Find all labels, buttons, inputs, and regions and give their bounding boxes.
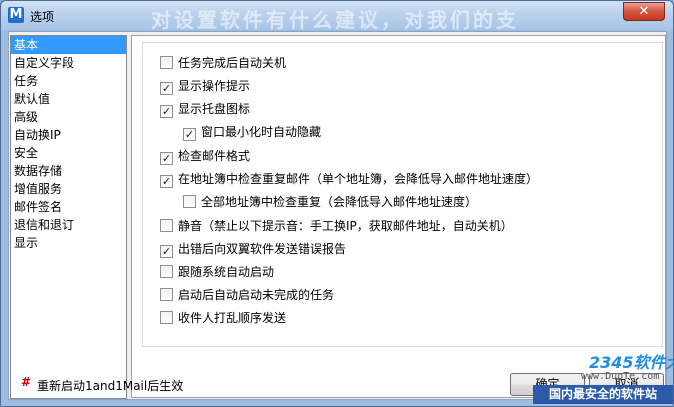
- category-item[interactable]: 数据存储: [11, 162, 126, 180]
- option-row[interactable]: ✓ 显示操作提示: [160, 78, 251, 95]
- category-item[interactable]: 高级: [11, 108, 126, 126]
- option-row[interactable]: 静音（禁止以下提示音：手工换IP，获取邮件地址，自动关机）: [160, 218, 513, 234]
- close-icon: ✕: [638, 4, 650, 19]
- option-checkbox[interactable]: ✓: [160, 152, 173, 165]
- option-checkbox[interactable]: ✓: [160, 82, 173, 95]
- option-label: 出错后向双翼软件发送错误报告: [178, 242, 347, 256]
- checkmark-icon: ✓: [161, 175, 172, 188]
- option-checkbox[interactable]: [160, 288, 173, 301]
- option-label: 检查邮件格式: [178, 149, 251, 163]
- category-item[interactable]: 任务: [11, 72, 126, 90]
- checkmark-icon: ✓: [161, 82, 172, 95]
- window-title: 选项: [30, 10, 55, 24]
- settings-panel: 任务完成后自动关机 ✓ 显示操作提示 ✓ 显示托盘图标 ✓ 窗口最小化时自动隐藏 ✓ 检查邮件格…: [131, 35, 666, 398]
- option-label: 静音（禁止以下提示音：手工换IP，获取邮件地址，自动关机）: [178, 219, 513, 233]
- option-checkbox[interactable]: ✓: [183, 128, 196, 141]
- option-row[interactable]: ✓ 出错后向双翼软件发送错误报告: [160, 241, 347, 258]
- checkmark-icon: ✓: [184, 128, 195, 141]
- option-label: 启动后自动启动未完成的任务: [178, 288, 335, 302]
- option-label: 窗口最小化时自动隐藏: [201, 125, 322, 139]
- category-item[interactable]: 增值服务: [11, 180, 126, 198]
- options-window: M 选项 对设置软件有什么建议，对我们的支 ✕ 基本 自定义字段 任务 默认值 高级 自动…: [0, 0, 674, 407]
- option-row[interactable]: 全部地址簿中检查重复（会降低导入邮件地址速度）: [183, 194, 477, 210]
- hint-marker-icon: #: [21, 375, 32, 389]
- option-row[interactable]: ✓ 在地址簿中检查重复邮件（单个地址簿，会降低导入邮件地址速度）: [160, 171, 539, 188]
- option-row[interactable]: 任务完成后自动关机: [160, 55, 286, 71]
- option-label: 显示操作提示: [178, 79, 251, 93]
- restart-hint: 重新启动1and1Mail后生效: [37, 379, 184, 393]
- option-row[interactable]: 启动后自动启动未完成的任务: [160, 287, 334, 303]
- option-checkbox[interactable]: [160, 311, 173, 324]
- option-label: 显示托盘图标: [178, 102, 251, 116]
- title-bar[interactable]: M 选项 对设置软件有什么建议，对我们的支 ✕: [1, 1, 673, 32]
- option-label: 任务完成后自动关机: [178, 56, 287, 70]
- option-row[interactable]: 跟随系统自动启动: [160, 264, 274, 280]
- option-label: 收件人打乱顺序发送: [178, 311, 287, 325]
- checkmark-icon: ✓: [161, 245, 172, 258]
- option-checkbox[interactable]: [160, 265, 173, 278]
- option-row[interactable]: ✓ 显示托盘图标: [160, 101, 251, 118]
- category-item[interactable]: 退信和退订: [11, 216, 126, 234]
- option-label: 跟随系统自动启动: [178, 265, 275, 279]
- ok-button[interactable]: 确定: [510, 373, 585, 396]
- close-button[interactable]: ✕: [623, 2, 665, 21]
- category-item[interactable]: 邮件签名: [11, 198, 126, 216]
- category-item[interactable]: 自定义字段: [11, 54, 126, 72]
- option-row[interactable]: 收件人打乱顺序发送: [160, 310, 286, 326]
- option-checkbox[interactable]: ✓: [160, 245, 173, 258]
- option-checkbox[interactable]: [183, 195, 196, 208]
- option-checkbox[interactable]: [160, 219, 173, 232]
- title-banner: 对设置软件有什么建议，对我们的支: [151, 8, 519, 32]
- option-checkbox[interactable]: ✓: [160, 105, 173, 118]
- dialog-body: 基本 自定义字段 任务 默认值 高级 自动换IP 安全 数据存储 增值服务 邮件签名 退信和退订 显示…: [8, 31, 667, 400]
- option-row[interactable]: ✓ 检查邮件格式: [160, 148, 251, 165]
- category-item[interactable]: 基本: [11, 36, 126, 54]
- cancel-button[interactable]: 取消: [589, 373, 664, 396]
- category-item[interactable]: 安全: [11, 144, 126, 162]
- app-logo-icon: M: [8, 7, 24, 23]
- options-group: 任务完成后自动关机 ✓ 显示操作提示 ✓ 显示托盘图标 ✓ 窗口最小化时自动隐藏 ✓ 检查邮件格…: [142, 42, 663, 347]
- option-label: 在地址簿中检查重复邮件（单个地址簿，会降低导入邮件地址速度）: [178, 172, 539, 186]
- category-item[interactable]: 自动换IP: [11, 126, 126, 144]
- category-item[interactable]: 默认值: [11, 90, 126, 108]
- option-row[interactable]: ✓ 窗口最小化时自动隐藏: [183, 124, 322, 141]
- option-checkbox[interactable]: ✓: [160, 175, 173, 188]
- category-list[interactable]: 基本 自定义字段 任务 默认值 高级 自动换IP 安全 数据存储 增值服务 邮件签名 退信和退订 显示: [10, 35, 127, 399]
- option-label: 全部地址簿中检查重复（会降低导入邮件地址速度）: [201, 195, 478, 209]
- category-item[interactable]: 显示: [11, 234, 126, 252]
- checkmark-icon: ✓: [161, 152, 172, 165]
- footer-bar: # 重新启动1and1Mail后生效 确定 取消: [9, 368, 666, 400]
- checkmark-icon: ✓: [161, 105, 172, 118]
- option-checkbox[interactable]: [160, 56, 173, 69]
